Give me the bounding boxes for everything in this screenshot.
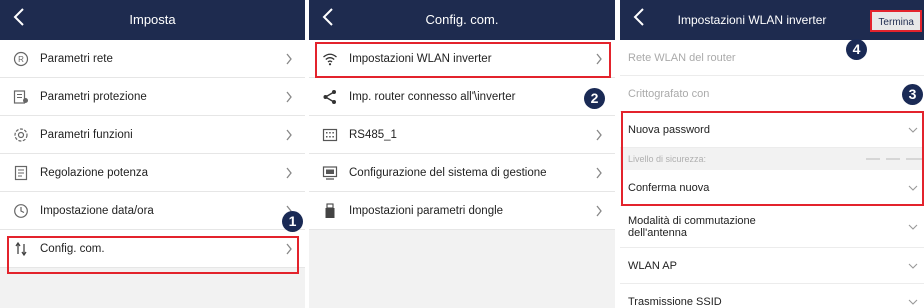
settings-list: R Parametri rete Parametri protezione Pa… [0, 40, 305, 268]
comm-config-list: Impostazioni WLAN inverter Imp. router c… [309, 40, 615, 230]
comm-item-router-connection[interactable]: Imp. router connesso all'\inverter [309, 78, 615, 116]
chevron-right-icon [286, 167, 292, 179]
settings-item-network-params[interactable]: R Parametri rete [0, 40, 305, 78]
step-marker: 4 [846, 39, 867, 60]
step-marker: 1 [282, 211, 303, 232]
security-level-label: Livello di sicurezza: [628, 154, 707, 164]
comm-config-icon [12, 240, 30, 258]
chevron-right-icon [286, 243, 292, 255]
chevron-down-icon [908, 185, 918, 191]
field-label: Crittografato con [628, 87, 710, 100]
settings-item-date-time[interactable]: Impostazione data/ora [0, 192, 305, 230]
comm-item-label: Configurazione del sistema di gestione [349, 166, 547, 179]
comm-config-header: Config. com. [309, 0, 615, 40]
wifi-icon [321, 50, 339, 68]
strength-bars [866, 158, 922, 160]
management-system-icon [321, 164, 339, 182]
chevron-right-icon [286, 53, 292, 65]
network-params-icon: R [12, 50, 30, 68]
settings-header: Imposta [0, 0, 305, 40]
step-marker: 2 [584, 88, 605, 109]
settings-item-power-adjust[interactable]: Regolazione potenza [0, 154, 305, 192]
confirm-password-field[interactable]: Conferma nuova [620, 170, 924, 206]
ssid-broadcast-field[interactable]: Trasmissione SSID [620, 284, 924, 308]
page-title: Imposta [129, 12, 176, 27]
field-label: Nuova password [628, 123, 710, 136]
protection-params-icon [12, 88, 30, 106]
chevron-right-icon [286, 91, 292, 103]
comm-item-dongle-params[interactable]: Impostazioni parametri dongle [309, 192, 615, 230]
settings-item-comm-config[interactable]: Config. com. [0, 230, 305, 268]
settings-item-label: Impostazione data/ora [40, 204, 154, 217]
power-adjust-icon [12, 164, 30, 182]
settings-item-label: Regolazione potenza [40, 166, 149, 179]
chevron-down-icon [908, 127, 918, 133]
encryption-field[interactable]: Crittografato con [620, 76, 924, 112]
page-title: Config. com. [425, 12, 499, 27]
chevron-down-icon [908, 263, 918, 269]
router-wlan-field[interactable]: Rete WLAN del router [620, 40, 924, 76]
chevron-right-icon [596, 167, 602, 179]
comm-item-label: Impostazioni parametri dongle [349, 204, 504, 217]
clock-icon [12, 202, 30, 220]
dongle-icon [321, 202, 339, 220]
security-level-indicator: Livello di sicurezza: [620, 148, 924, 170]
comm-item-rs485[interactable]: RS485_1 [309, 116, 615, 154]
field-label: dell'antenna [628, 226, 687, 239]
comm-item-label: Impostazioni WLAN inverter [349, 52, 492, 65]
settings-item-label: Parametri protezione [40, 90, 147, 103]
chevron-right-icon [286, 129, 292, 141]
chevron-right-icon [596, 205, 602, 217]
chevron-right-icon [596, 53, 602, 65]
svg-text:R: R [18, 55, 24, 64]
comm-config-screen: Config. com. Impostazioni WLAN inverter … [309, 0, 615, 308]
antenna-mode-text: Modalità di commutazione dell'antenna [628, 215, 756, 239]
wlan-ap-field[interactable]: WLAN AP [620, 248, 924, 284]
field-label: Conferma nuova [628, 181, 710, 194]
comm-item-label: Imp. router connesso all'\inverter [349, 90, 516, 103]
step-marker: 3 [902, 84, 923, 105]
chevron-right-icon [596, 129, 602, 141]
settings-item-label: Parametri rete [40, 52, 113, 65]
share-icon [321, 88, 339, 106]
comm-item-management-system[interactable]: Configurazione del sistema di gestione [309, 154, 615, 192]
chevron-down-icon [908, 299, 918, 305]
comm-item-inverter-wlan[interactable]: Impostazioni WLAN inverter [309, 40, 615, 78]
done-button[interactable]: Termina [870, 10, 922, 32]
field-label: WLAN AP [628, 259, 677, 272]
field-label: Modalità di commutazione [628, 214, 756, 227]
inverter-wlan-screen: Impostazioni WLAN inverter Termina Rete … [620, 0, 924, 308]
settings-item-label: Parametri funzioni [40, 128, 133, 141]
chevron-down-icon [908, 224, 918, 230]
settings-screen: Imposta R Parametri rete Parametri prote… [0, 0, 305, 308]
settings-item-function-params[interactable]: Parametri funzioni [0, 116, 305, 154]
page-title: Impostazioni WLAN inverter [677, 13, 827, 27]
inverter-wlan-header: Impostazioni WLAN inverter Termina [620, 0, 924, 40]
antenna-mode-field[interactable]: Modalità di commutazione dell'antenna [620, 206, 924, 248]
field-label: Rete WLAN del router [628, 51, 736, 64]
function-params-icon [12, 126, 30, 144]
comm-item-label: RS485_1 [349, 128, 397, 141]
new-password-field[interactable]: Nuova password [620, 112, 924, 148]
settings-item-label: Config. com. [40, 242, 105, 255]
settings-item-protection-params[interactable]: Parametri protezione [0, 78, 305, 116]
field-label: Trasmissione SSID [628, 295, 722, 308]
rs485-icon [321, 126, 339, 144]
